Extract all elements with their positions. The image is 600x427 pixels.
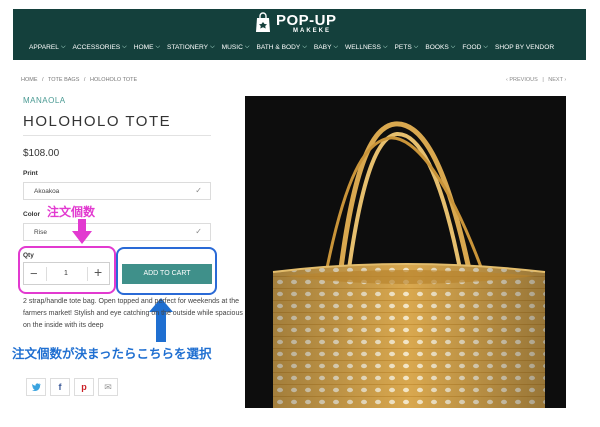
nav-item-books[interactable]: BOOKS ⌵ [425, 44, 455, 51]
chevron-down-icon: ⌵ [483, 44, 488, 50]
nav-item-label: BOOKS [425, 44, 449, 51]
product-description: 2 strap/handle tote bag. Open topped and… [23, 298, 243, 329]
nav-item-label: PETS [394, 44, 412, 51]
print-select[interactable]: Akoakoa ✓ [23, 182, 211, 200]
cart-annotation-text: 注文個数が決まったらこちらを選択 [12, 347, 212, 361]
chevron-down-icon: ⌵ [382, 44, 388, 50]
qty-annotation-text: 注文個数 [47, 205, 96, 219]
nav-item-wellness[interactable]: WELLNESS ⌵ [345, 44, 387, 51]
nav-item-apparel[interactable]: APPAREL ⌵ [29, 44, 66, 51]
next-link[interactable]: NEXT › [548, 77, 566, 83]
color-select[interactable]: Rise ✓ [23, 223, 211, 241]
product-price: $108.00 [23, 148, 60, 159]
tote-bag-illustration [272, 121, 546, 408]
breadcrumb-home[interactable]: HOME [21, 77, 38, 83]
nav-item-label: FOOD [462, 44, 482, 51]
nav-item-food[interactable]: FOOD ⌵ [462, 44, 488, 51]
divider [23, 135, 211, 136]
nav-item-baby[interactable]: BABY ⌵ [314, 44, 338, 51]
checkmark-icon: ✓ [195, 186, 202, 195]
nav-item-label: WELLNESS [345, 44, 381, 51]
product-vendor[interactable]: MANAOLA [23, 96, 66, 105]
logo-subtext: MAKEKE [293, 28, 332, 34]
chevron-down-icon: ⌵ [60, 44, 66, 50]
nav-item-accessories[interactable]: ACCESSORIES ⌵ [73, 44, 127, 51]
nav-item-label: BABY [313, 44, 332, 51]
nav-item-label: ACCESSORIES [72, 44, 121, 51]
nav-item-label: MUSIC [221, 44, 243, 51]
breadcrumb: HOME / TOTE BAGS / HOLOHOLO TOTE [21, 77, 140, 83]
email-icon: ✉ [104, 381, 112, 392]
main-nav: APPAREL ⌵ ACCESSORIES ⌵ HOME ⌵ STATIONERY ⌵ MUSI… [29, 44, 561, 51]
facebook-icon: f [58, 382, 62, 392]
nav-item-bath-body[interactable]: BATH & BODY ⌵ [256, 44, 306, 51]
checkmark-icon: ✓ [195, 227, 202, 236]
breadcrumb-current: HOLOHOLO TOTE [89, 77, 138, 83]
facebook-share-button[interactable]: f [50, 378, 70, 396]
site-header: POP-UP MAKEKE APPAREL ⌵ ACCESSORIES ⌵ HOME ⌵ S… [13, 9, 586, 60]
chevron-down-icon: ⌵ [122, 44, 127, 50]
nav-item-music[interactable]: MUSIC ⌵ [222, 44, 250, 51]
nav-item-shop-by-vendor[interactable]: SHOP BY VENDOR [495, 44, 554, 51]
pinterest-icon: p [81, 382, 87, 392]
nav-item-label: HOME [133, 44, 154, 51]
chevron-down-icon: ⌵ [333, 44, 339, 50]
down-arrow-icon [72, 219, 92, 244]
color-label: Color [23, 211, 40, 218]
chevron-down-icon: ⌵ [302, 44, 307, 50]
product-pager: ‹ PREVIOUS | NEXT › [506, 77, 566, 83]
nav-item-label: APPAREL [29, 44, 59, 51]
nav-item-stationery[interactable]: STATIONERY ⌵ [167, 44, 215, 51]
print-label: Print [23, 170, 38, 177]
qty-highlight-box [18, 246, 116, 294]
color-select-value: Rise [34, 229, 48, 236]
share-buttons: f p ✉ [26, 378, 118, 396]
chevron-down-icon: ⌵ [244, 44, 250, 50]
product-image[interactable] [245, 96, 566, 408]
site-logo[interactable]: POP-UP MAKEKE [253, 12, 363, 34]
pager-separator: | [542, 77, 544, 83]
cart-highlight-box [116, 247, 217, 295]
chevron-down-icon: ⌵ [155, 44, 161, 50]
breadcrumb-separator: / [42, 77, 44, 83]
chevron-down-icon: ⌵ [450, 44, 456, 50]
email-share-button[interactable]: ✉ [98, 378, 118, 396]
nav-item-home[interactable]: HOME ⌵ [134, 44, 160, 51]
chevron-down-icon: ⌵ [413, 44, 419, 50]
twitter-share-button[interactable] [26, 378, 46, 396]
breadcrumb-separator: / [83, 77, 86, 83]
product-title: HOLOHOLO TOTE [23, 113, 172, 130]
pinterest-share-button[interactable]: p [74, 378, 94, 396]
nav-item-label: BATH & BODY [256, 44, 301, 51]
previous-link[interactable]: ‹ PREVIOUS [506, 77, 538, 83]
nav-item-label: SHOP BY VENDOR [494, 44, 555, 51]
nav-item-label: STATIONERY [167, 44, 209, 51]
chevron-down-icon: ⌵ [210, 44, 215, 50]
print-select-value: Akoakoa [34, 188, 60, 195]
nav-item-pets[interactable]: PETS ⌵ [395, 44, 419, 51]
logo-text: POP-UP [276, 12, 337, 29]
twitter-icon [31, 383, 41, 391]
breadcrumb-category[interactable]: TOTE BAGS [48, 77, 79, 83]
shopping-bag-logo-icon [256, 12, 270, 32]
